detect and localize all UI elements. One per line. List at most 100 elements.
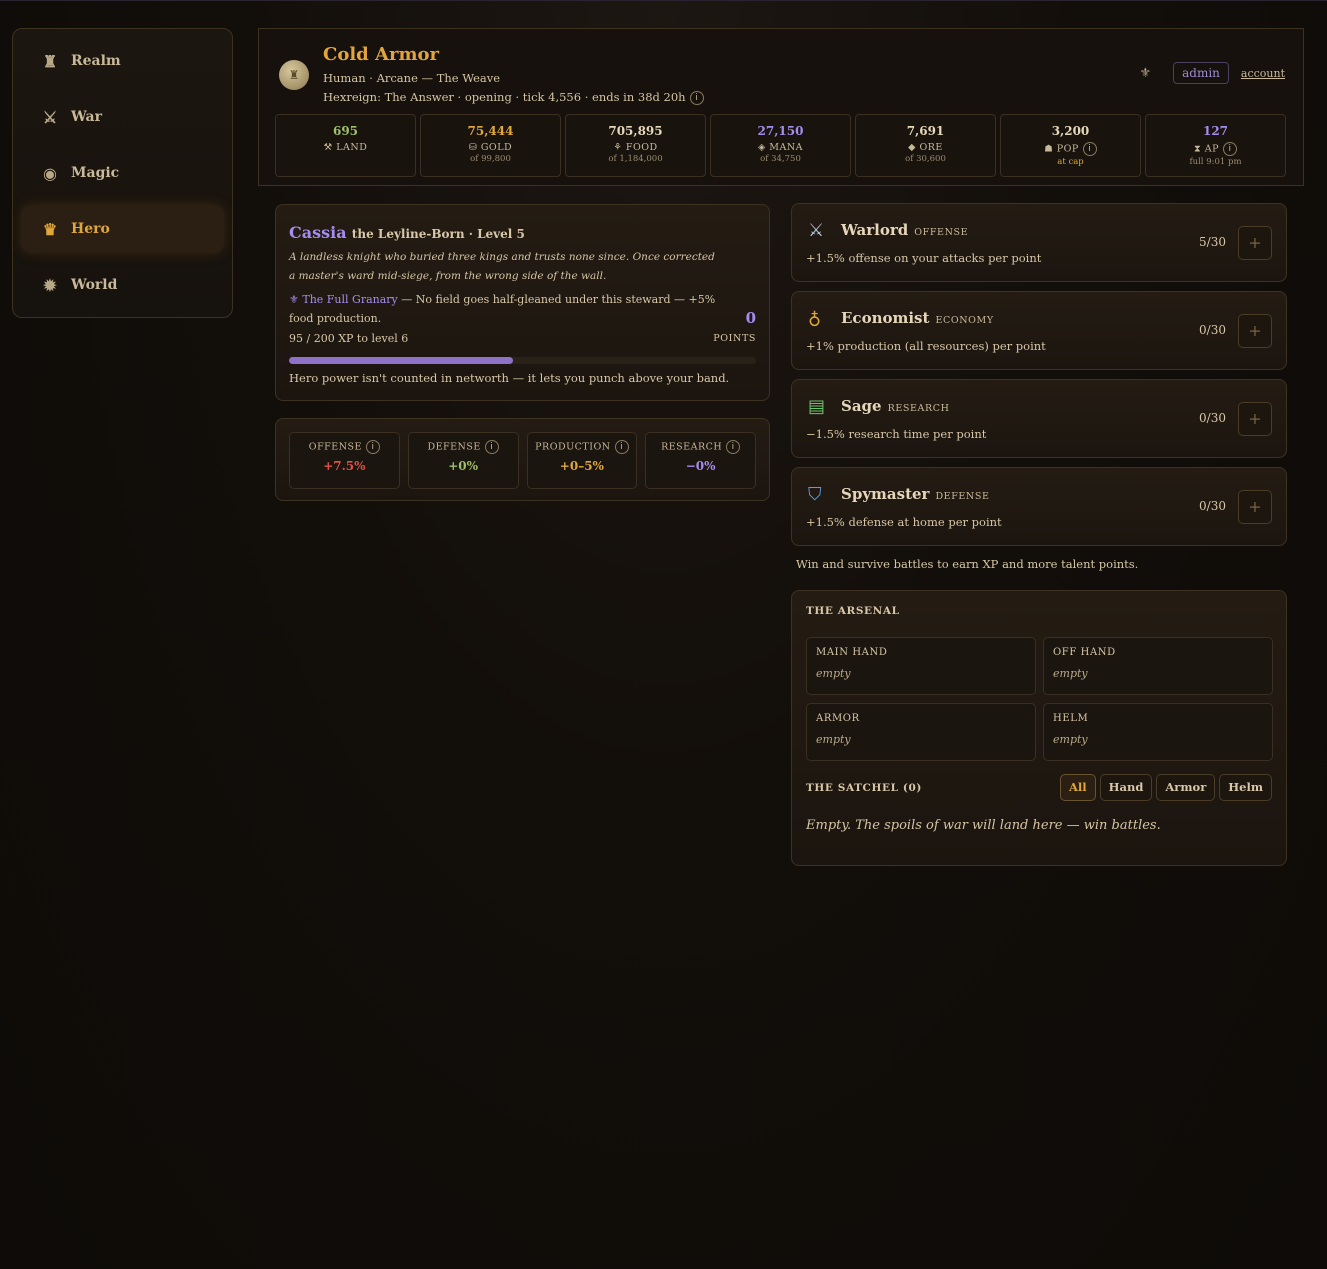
add-talent-button[interactable]: + bbox=[1238, 314, 1272, 348]
talent-count: 0/30 bbox=[1199, 411, 1226, 425]
info-icon[interactable]: i bbox=[689, 91, 704, 105]
modifier-defense: DEFENSE i +0% bbox=[407, 432, 519, 489]
hero-name: Cassia bbox=[289, 223, 347, 242]
equipment-slots: MAIN HAND empty OFF HAND empty ARMOR emp… bbox=[806, 637, 1273, 761]
talent-economist: ♁ Economist ECONOMY +1% production (all r… bbox=[791, 291, 1287, 370]
info-icon[interactable]: i bbox=[1222, 142, 1237, 156]
talent-name: Economist ECONOMY bbox=[841, 309, 994, 327]
stat-gold[interactable]: 75,444 ⛁ GOLD of 99,800 bbox=[420, 114, 561, 177]
nav-item-label: Magic bbox=[71, 165, 120, 181]
coins-icon: ⛁ bbox=[468, 142, 481, 153]
filter-hand-button[interactable]: Hand bbox=[1099, 774, 1153, 801]
stat-land[interactable]: 695 ⚒ LAND bbox=[275, 114, 416, 177]
slot-main-hand[interactable]: MAIN HAND empty bbox=[806, 637, 1036, 695]
slot-value: empty bbox=[816, 733, 851, 746]
slot-label: OFF HAND bbox=[1053, 647, 1116, 658]
talent-desc: −1.5% research time per point bbox=[806, 427, 987, 441]
kingdom-crest-icon: ♜ bbox=[279, 60, 309, 90]
stat-value: 127 bbox=[1202, 124, 1229, 138]
hero-xp-text: 95 / 200 XP to level 6 bbox=[289, 332, 409, 345]
axe-icon: ⚒ bbox=[323, 142, 337, 153]
stat-value: 7,691 bbox=[906, 124, 945, 138]
money-bag-icon: ♁ bbox=[808, 308, 822, 329]
info-icon[interactable]: i bbox=[484, 440, 499, 454]
slot-label: ARMOR bbox=[816, 713, 860, 724]
hero-trait-name: The Full Granary bbox=[302, 293, 398, 306]
talent-category: RESEARCH bbox=[887, 403, 950, 414]
stat-ore[interactable]: 7,691 ◆ ORE of 30,600 bbox=[855, 114, 996, 177]
hero-panel: Cassia the Leyline-Born · Level 5 A land… bbox=[275, 204, 770, 401]
add-talent-button[interactable]: + bbox=[1238, 402, 1272, 436]
modifier-label: OFFENSE i bbox=[290, 440, 399, 454]
stat-food[interactable]: 705,895 ⚘ FOOD of 1,184,000 bbox=[565, 114, 706, 177]
satchel-empty-note: Empty. The spoils of war will land here … bbox=[806, 818, 1161, 833]
nav-item-magic[interactable]: ◉ Magic bbox=[21, 149, 224, 197]
swords-icon: ⚔ bbox=[808, 220, 825, 241]
account-link[interactable]: account bbox=[1241, 67, 1285, 80]
stat-label: ⚒ LAND bbox=[323, 142, 368, 153]
stat-mana[interactable]: 27,150 ◈ MANA of 34,750 bbox=[710, 114, 851, 177]
slot-armor[interactable]: ARMOR empty bbox=[806, 703, 1036, 761]
nav-item-label: Hero bbox=[71, 221, 110, 237]
nav-item-label: Realm bbox=[71, 53, 121, 69]
info-icon[interactable]: i bbox=[614, 440, 629, 454]
modifier-value: +7.5% bbox=[323, 459, 366, 473]
admin-button[interactable]: admin bbox=[1173, 62, 1229, 84]
nav-item-label: War bbox=[71, 109, 102, 125]
stat-label: ⛁ GOLD bbox=[468, 142, 513, 153]
kingdom-status: Hexreign: The Answer · opening · tick 4,… bbox=[323, 90, 704, 105]
stat-value: 3,200 bbox=[1051, 124, 1090, 138]
hero-xp-fill bbox=[289, 357, 514, 364]
add-talent-button[interactable]: + bbox=[1238, 226, 1272, 260]
add-talent-button[interactable]: + bbox=[1238, 490, 1272, 524]
arsenal-panel: THE ARSENAL MAIN HAND empty OFF HAND emp… bbox=[791, 590, 1287, 866]
talent-count: 0/30 bbox=[1199, 323, 1226, 337]
modifier-value: −0% bbox=[685, 459, 716, 473]
talent-spymaster: ⛉ Spymaster DEFENSE +1.5% defense at home… bbox=[791, 467, 1287, 546]
modifier-offense: OFFENSE i +7.5% bbox=[289, 432, 400, 489]
talent-sage: ▤ Sage RESEARCH −1.5% research time per p… bbox=[791, 379, 1287, 458]
crystal-ball-icon: ◉ bbox=[43, 163, 57, 183]
info-icon[interactable]: i bbox=[1082, 142, 1097, 156]
hero-title-rest: the Leyline-Born · Level 5 bbox=[351, 227, 525, 241]
slot-value: empty bbox=[1053, 667, 1088, 680]
stat-value: 27,150 bbox=[757, 124, 804, 138]
stat-label: ⚘ FOOD bbox=[613, 142, 658, 153]
hero-xp-bar bbox=[289, 357, 756, 364]
nav-item-hero[interactable]: ♛ Hero bbox=[21, 205, 224, 253]
info-icon[interactable]: i bbox=[726, 440, 741, 454]
info-icon[interactable]: i bbox=[365, 440, 380, 454]
talent-category: OFFENSE bbox=[914, 227, 969, 238]
stat-ap[interactable]: 127 ⧗ AP i full 9:01 pm bbox=[1145, 114, 1286, 177]
hero-points-label: POINTS bbox=[713, 333, 756, 344]
kingdom-header: ♜ Cold Armor Human · Arcane — The Weave … bbox=[258, 28, 1304, 186]
modifier-research: RESEARCH i −0% bbox=[645, 432, 756, 489]
bell-icon[interactable]: ⚜ bbox=[1139, 66, 1151, 81]
nav-item-realm[interactable]: ♜ Realm bbox=[21, 37, 224, 85]
stat-pop[interactable]: 3,200 ☗ POP i at cap bbox=[1000, 114, 1141, 177]
nav-item-world[interactable]: ✹ World bbox=[21, 261, 224, 309]
talent-category: DEFENSE bbox=[935, 491, 990, 502]
slot-off-hand[interactable]: OFF HAND empty bbox=[1043, 637, 1273, 695]
resource-stats: 695 ⚒ LAND 75,444 ⛁ GOLD of 99,800 705,8… bbox=[275, 114, 1286, 177]
wheat-icon: ⚘ bbox=[613, 142, 626, 153]
talent-name: Warlord OFFENSE bbox=[841, 221, 969, 239]
stat-value: 695 bbox=[332, 124, 359, 138]
filter-armor-button[interactable]: Armor bbox=[1156, 774, 1216, 801]
hero-note: Hero power isn't counted in networth — i… bbox=[289, 371, 730, 385]
talent-note: Win and survive battles to earn XP and m… bbox=[796, 557, 1139, 571]
modifier-label: DEFENSE i bbox=[409, 440, 518, 454]
rock-icon: ◆ bbox=[908, 142, 920, 153]
talent-count: 0/30 bbox=[1199, 499, 1226, 513]
nav-item-war[interactable]: ⚔ War bbox=[21, 93, 224, 141]
talent-category: ECONOMY bbox=[935, 315, 994, 326]
stat-sub: of 1,184,000 bbox=[608, 154, 663, 164]
stat-sub: at cap bbox=[1057, 157, 1084, 167]
slot-label: MAIN HAND bbox=[816, 647, 888, 658]
filter-helm-button[interactable]: Helm bbox=[1219, 774, 1272, 801]
stat-sub: of 99,800 bbox=[470, 154, 511, 164]
filter-all-button[interactable]: All bbox=[1059, 774, 1096, 801]
stat-sub: of 34,750 bbox=[760, 154, 801, 164]
slot-helm[interactable]: HELM empty bbox=[1043, 703, 1273, 761]
modifier-production: PRODUCTION i +0–5% bbox=[526, 432, 638, 489]
